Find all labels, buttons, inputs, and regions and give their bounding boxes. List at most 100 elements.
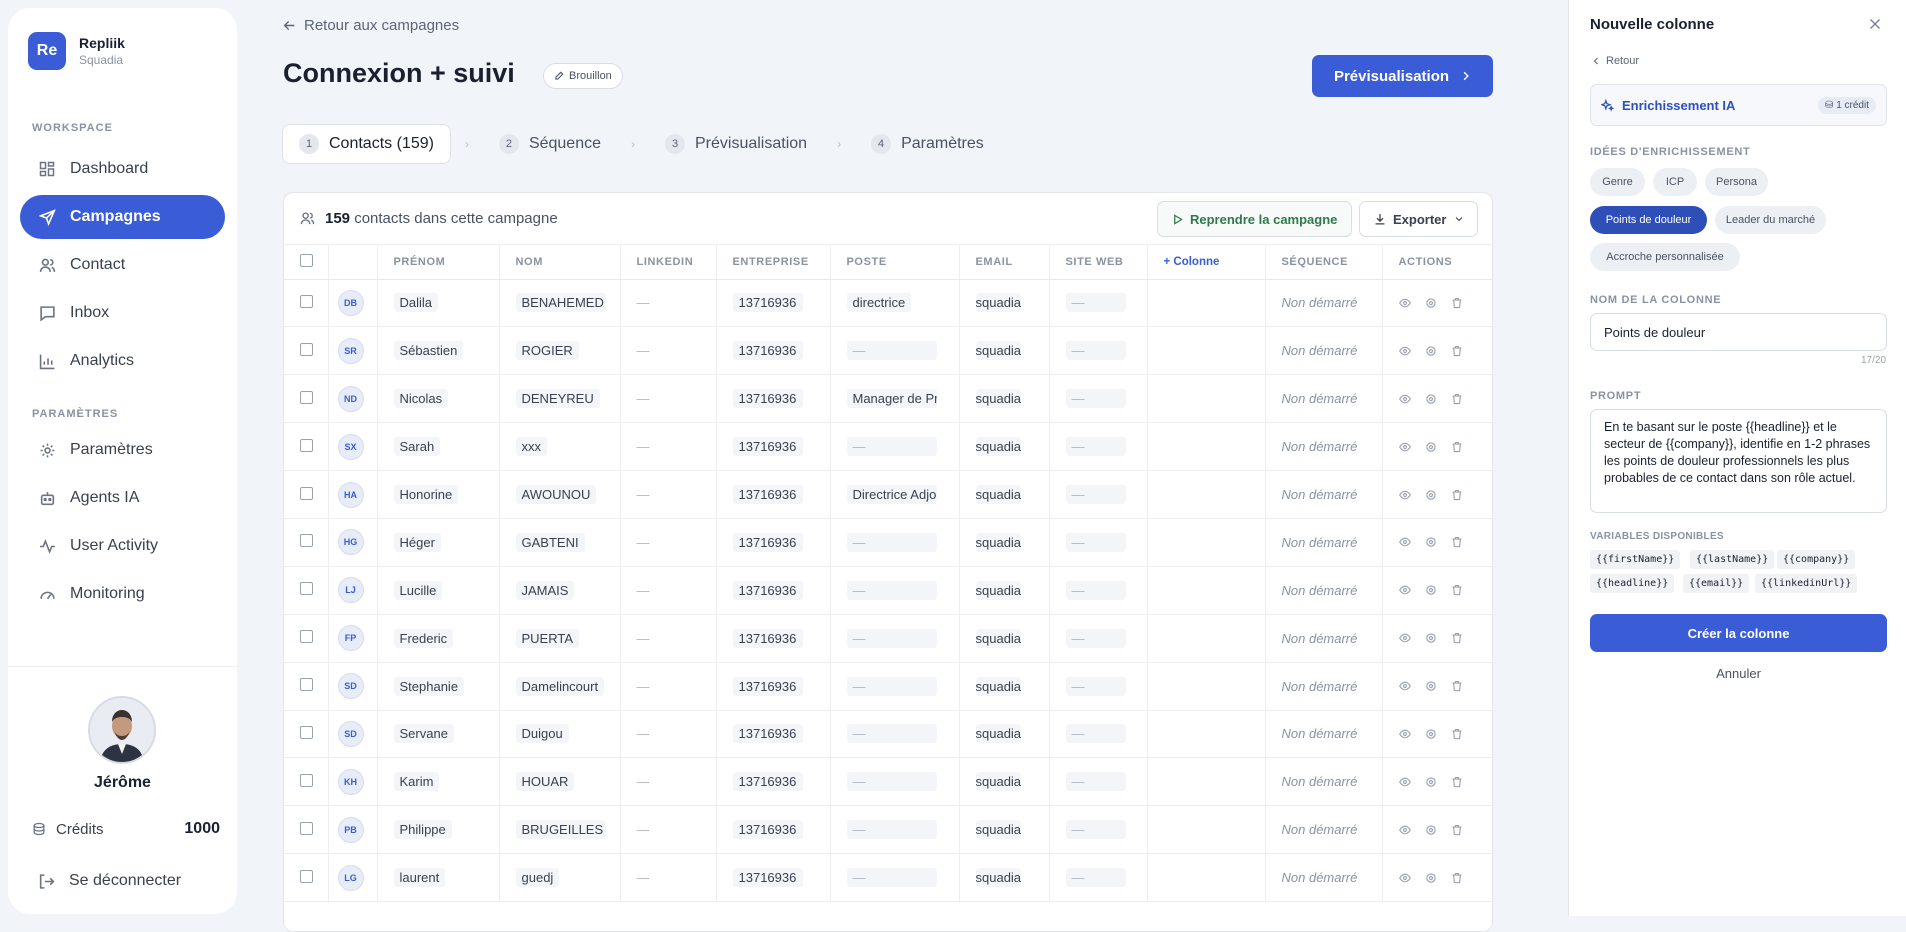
firstname-cell[interactable]: Sarah (377, 422, 500, 472)
col-firstname[interactable]: PRÉNOM (377, 245, 500, 280)
row-checkbox[interactable] (300, 390, 313, 404)
lastname-cell[interactable]: PUERTA (499, 614, 621, 663)
row-checkbox[interactable] (300, 294, 313, 308)
sidebar-item-user-activity[interactable]: User Activity (20, 524, 225, 568)
linkedin-cell[interactable]: — (620, 470, 717, 519)
trash-icon[interactable] (1451, 489, 1463, 501)
eye-icon[interactable] (1398, 824, 1411, 836)
row-checkbox[interactable] (300, 821, 313, 835)
website-cell[interactable]: — (1049, 853, 1148, 903)
row-checkbox[interactable] (300, 582, 313, 596)
row-checkbox[interactable] (300, 534, 313, 548)
website-cell[interactable]: — (1049, 470, 1148, 519)
linkedin-cell[interactable]: — (620, 710, 717, 759)
settings-icon[interactable] (1425, 824, 1437, 836)
col-website[interactable]: SITE WEB (1049, 245, 1148, 280)
prompt-textarea[interactable]: En te basant sur le poste {{headline}} e… (1590, 409, 1887, 513)
enrichment-type-selector[interactable]: Enrichissement IA ⛁ 1 crédit (1590, 84, 1887, 126)
table-row[interactable]: ND Nicolas DENEYREU — 13716936 Manager de Pro… (284, 374, 1492, 424)
trash-icon[interactable] (1451, 776, 1463, 788)
sidebar-item-campagnes[interactable]: Campagnes (20, 195, 225, 239)
eye-icon[interactable] (1398, 632, 1411, 644)
lastname-cell[interactable]: BRUGEILLES (499, 805, 621, 855)
preview-button[interactable]: Prévisualisation (1312, 55, 1493, 97)
cancel-button[interactable]: Annuler (1590, 666, 1887, 681)
tab-contacts[interactable]: 1 Contacts (159) (282, 124, 451, 164)
email-cell[interactable]: squadia (959, 805, 1050, 855)
firstname-cell[interactable]: Honorine (377, 470, 500, 519)
website-cell[interactable]: — (1049, 614, 1148, 663)
position-cell[interactable]: — (830, 853, 960, 903)
email-cell[interactable]: squadia (959, 853, 1050, 903)
firstname-cell[interactable]: Sébastien (377, 326, 500, 376)
position-cell[interactable]: — (830, 662, 960, 711)
settings-icon[interactable] (1425, 489, 1437, 501)
idea-chip-icp[interactable]: ICP (1653, 168, 1697, 196)
status-badge[interactable]: Brouillon (543, 63, 623, 89)
company-cell[interactable]: 13716936 (716, 662, 831, 711)
website-cell[interactable]: — (1049, 662, 1148, 711)
eye-icon[interactable] (1398, 728, 1411, 740)
lastname-cell[interactable]: Duigou (499, 710, 621, 759)
table-row[interactable]: FP Frederic PUERTA — 13716936 — squadia — Non dé… (284, 614, 1492, 663)
trash-icon[interactable] (1451, 632, 1463, 644)
lastname-cell[interactable]: JAMAIS (499, 566, 621, 615)
lastname-cell[interactable]: ROGIER (499, 326, 621, 376)
trash-icon[interactable] (1451, 584, 1463, 596)
website-cell[interactable]: — (1049, 566, 1148, 615)
lastname-cell[interactable]: GABTENI (499, 518, 621, 567)
idea-chip-leader-du-marche[interactable]: Leader du marché (1715, 206, 1826, 234)
position-cell[interactable]: — (830, 566, 960, 615)
linkedin-cell[interactable]: — (620, 518, 717, 567)
settings-icon[interactable] (1425, 872, 1437, 884)
back-to-campaigns-link[interactable]: Retour aux campagnes (283, 17, 459, 34)
eye-icon[interactable] (1398, 584, 1411, 596)
firstname-cell[interactable]: Héger (377, 518, 500, 567)
tab-settings[interactable]: 4 Paramètres (855, 124, 1000, 164)
firstname-cell[interactable]: Nicolas (377, 374, 500, 424)
table-row[interactable]: LG laurent guedj — 13716936 — squadia — Non déma… (284, 853, 1492, 903)
row-checkbox[interactable] (300, 438, 313, 452)
eye-icon[interactable] (1398, 872, 1411, 884)
col-position[interactable]: POSTE (830, 245, 960, 280)
lastname-cell[interactable]: xxx (499, 422, 621, 472)
eye-icon[interactable] (1398, 441, 1411, 453)
linkedin-cell[interactable]: — (620, 757, 717, 807)
website-cell[interactable]: — (1049, 279, 1148, 328)
row-checkbox[interactable] (300, 725, 313, 739)
column-name-input[interactable]: Points de douleur (1590, 313, 1887, 351)
position-cell[interactable]: — (830, 326, 960, 376)
linkedin-cell[interactable]: — (620, 326, 717, 376)
linkedin-cell[interactable]: — (620, 805, 717, 855)
close-icon[interactable] (1869, 17, 1881, 35)
company-cell[interactable]: 13716936 (716, 805, 831, 855)
row-checkbox[interactable] (300, 678, 313, 692)
settings-icon[interactable] (1425, 728, 1437, 740)
position-cell[interactable]: — (830, 518, 960, 567)
table-row[interactable]: SR Sébastien ROGIER — 13716936 — squadia — Non d… (284, 326, 1492, 376)
idea-chip-accroche-personnalisee[interactable]: Accroche personnalisée (1590, 243, 1740, 271)
variable-chip[interactable]: {{linkedinUrl}} (1755, 574, 1858, 593)
table-row[interactable]: SX Sarah xxx — 13716936 — squadia — Non démarré (284, 422, 1492, 472)
linkedin-cell[interactable]: — (620, 374, 717, 424)
website-cell[interactable]: — (1049, 374, 1148, 424)
trash-icon[interactable] (1451, 441, 1463, 453)
linkedin-cell[interactable]: — (620, 422, 717, 472)
table-row[interactable]: KH Karim HOUAR — 13716936 — squadia — Non démarr… (284, 757, 1492, 807)
eye-icon[interactable] (1398, 680, 1411, 692)
row-checkbox[interactable] (300, 773, 313, 787)
email-cell[interactable]: squadia (959, 710, 1050, 759)
trash-icon[interactable] (1451, 393, 1463, 405)
firstname-cell[interactable]: Philippe (377, 805, 500, 855)
eye-icon[interactable] (1398, 297, 1411, 309)
eye-icon[interactable] (1398, 345, 1411, 357)
company-cell[interactable]: 13716936 (716, 853, 831, 903)
company-cell[interactable]: 13716936 (716, 614, 831, 663)
row-checkbox[interactable] (300, 869, 313, 883)
company-cell[interactable]: 13716936 (716, 326, 831, 376)
select-all-checkbox[interactable] (300, 253, 313, 267)
lastname-cell[interactable]: guedj (499, 853, 621, 903)
table-row[interactable]: SD Servane Duigou — 13716936 — squadia — Non dém… (284, 710, 1492, 759)
export-button[interactable]: Exporter (1359, 201, 1479, 237)
lastname-cell[interactable]: AWOUNOU (499, 470, 621, 519)
